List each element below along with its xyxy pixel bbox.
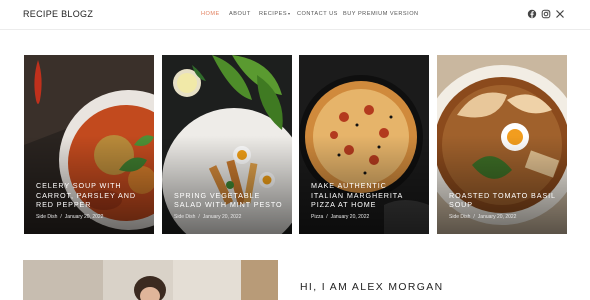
post-date: January 20, 2022 (202, 214, 242, 220)
site-logo[interactable]: RECIPE BLOGZ (23, 9, 93, 19)
post-title[interactable]: MAKE AUTHENTIC ITALIAN MARGHERITA PIZZA … (311, 181, 421, 210)
post-title[interactable]: ROASTED TOMATO BASIL SOUP (449, 191, 559, 210)
facebook-icon[interactable] (527, 9, 537, 19)
post-title[interactable]: CELERY SOUP WITH CARROT, PARSLEY AND RED… (36, 181, 146, 210)
post-card[interactable]: MAKE AUTHENTIC ITALIAN MARGHERITA PIZZA … (299, 55, 429, 234)
post-category[interactable]: Side Dish (36, 214, 57, 220)
post-category[interactable]: Side Dish (449, 214, 470, 220)
about-photo (23, 260, 278, 300)
post-category[interactable]: Side Dish (174, 214, 195, 220)
post-date: January 20, 2022 (477, 214, 517, 220)
nav-contact[interactable]: CONTACT US (297, 11, 338, 17)
instagram-icon[interactable] (541, 9, 551, 19)
post-category[interactable]: Pizza (311, 214, 323, 220)
nav-about[interactable]: ABOUT (229, 11, 251, 17)
post-card[interactable]: ROASTED TOMATO BASIL SOUP Side Dish / Janu… (437, 55, 567, 234)
post-date: January 20, 2022 (330, 214, 370, 220)
nav-home[interactable]: HOME (201, 11, 220, 17)
post-card[interactable]: CELERY SOUP WITH CARROT, PARSLEY AND RED… (24, 55, 154, 234)
post-card[interactable]: SPRING VEGETABLE SALAD WITH MINT PESTO S… (162, 55, 292, 234)
post-title[interactable]: SPRING VEGETABLE SALAD WITH MINT PESTO (174, 191, 284, 210)
post-meta: Side Dish / January 20, 2022 (174, 214, 242, 220)
x-twitter-icon[interactable] (555, 9, 565, 19)
site-header: RECIPE BLOGZ HOME ABOUT RECIPES CONTACT … (0, 0, 590, 30)
nav-recipes-label: RECIPES (259, 11, 288, 17)
post-meta: Side Dish / January 20, 2022 (449, 214, 517, 220)
about-heading: HI, I AM ALEX MORGAN (300, 282, 444, 293)
post-meta: Side Dish / January 20, 2022 (36, 214, 104, 220)
nav-buy-premium[interactable]: BUY PREMIUM VERSION (343, 11, 419, 17)
post-meta: Pizza / January 20, 2022 (311, 214, 370, 220)
post-date: January 20, 2022 (64, 214, 104, 220)
nav-recipes[interactable]: RECIPES (259, 11, 291, 17)
chevron-down-icon (288, 12, 291, 15)
